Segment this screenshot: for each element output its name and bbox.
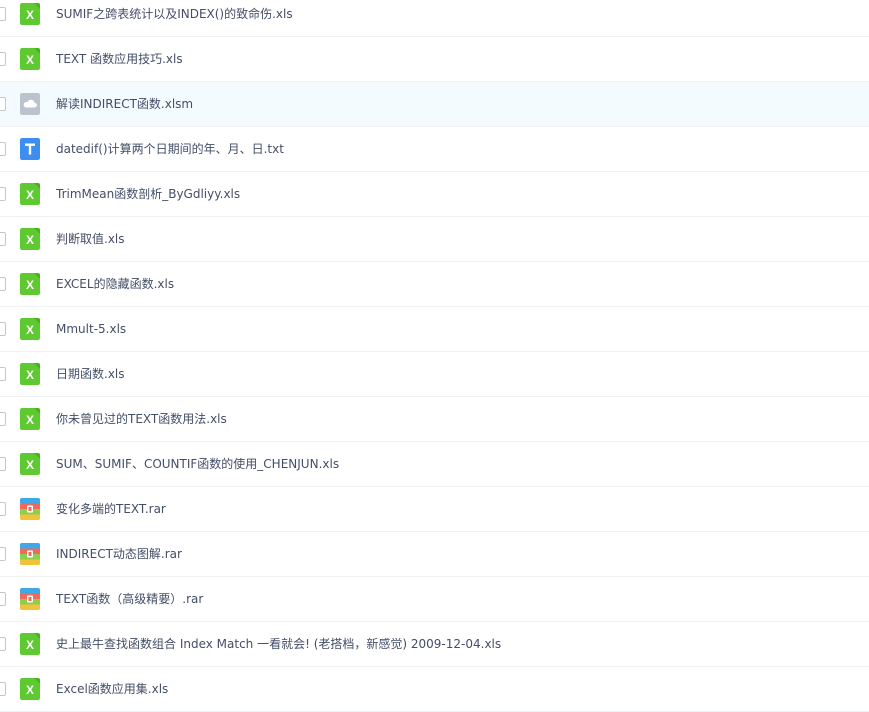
file-row[interactable]: X SUMIF之跨表统计以及INDEX()的致命伤.xls	[0, 0, 869, 37]
file-row[interactable]: 解读INDIRECT函数.xlsm	[0, 82, 869, 127]
row-checkbox[interactable]	[0, 592, 6, 606]
file-row[interactable]: X SUM、SUMIF、COUNTIF函数的使用_CHENJUN.xls	[0, 442, 869, 487]
excel-file-icon: X	[20, 453, 40, 475]
file-name-link[interactable]: 史上最牛查找函数组合 Index Match 一看就会! (老搭档，新感觉) 2…	[56, 622, 501, 666]
file-name-link[interactable]: 变化多端的TEXT.rar	[56, 487, 166, 531]
svg-text:X: X	[26, 233, 34, 247]
file-row[interactable]: datedif()计算两个日期间的年、月、日.txt	[0, 127, 869, 172]
row-checkbox[interactable]	[0, 367, 6, 381]
file-name-link[interactable]: SUMIF之跨表统计以及INDEX()的致命伤.xls	[56, 0, 293, 36]
file-row[interactable]: X 判断取值.xls	[0, 217, 869, 262]
svg-text:X: X	[26, 368, 34, 382]
file-row[interactable]: 变化多端的TEXT.rar	[0, 487, 869, 532]
file-name-link[interactable]: 判断取值.xls	[56, 217, 125, 261]
text-file-icon	[20, 138, 40, 160]
excel-file-icon: X	[20, 408, 40, 430]
excel-file-icon: X	[20, 273, 40, 295]
file-row[interactable]: X Mmult-5.xls	[0, 307, 869, 352]
row-checkbox[interactable]	[0, 142, 6, 156]
row-checkbox[interactable]	[0, 322, 6, 336]
row-checkbox[interactable]	[0, 187, 6, 201]
row-checkbox[interactable]	[0, 277, 6, 291]
file-row[interactable]: X EXCEL的隐藏函数.xls	[0, 262, 869, 307]
svg-text:X: X	[26, 458, 34, 472]
row-checkbox[interactable]	[0, 682, 6, 696]
file-list: X SUMIF之跨表统计以及INDEX()的致命伤.xls X TEXT 函数应用技巧…	[0, 0, 869, 712]
archive-file-icon	[20, 543, 40, 565]
archive-file-icon	[20, 588, 40, 610]
svg-text:X: X	[26, 53, 34, 67]
svg-text:X: X	[26, 8, 34, 22]
svg-text:X: X	[26, 683, 34, 697]
file-name-link[interactable]: 你未曾见过的TEXT函数用法.xls	[56, 397, 227, 441]
file-row[interactable]: TEXT函数（高级精要）.rar	[0, 577, 869, 622]
file-row[interactable]: X Excel函数应用集.xls	[0, 667, 869, 712]
file-name-link[interactable]: EXCEL的隐藏函数.xls	[56, 262, 174, 306]
file-row[interactable]: INDIRECT动态图解.rar	[0, 532, 869, 577]
row-checkbox[interactable]	[0, 547, 6, 561]
excel-file-icon: X	[20, 318, 40, 340]
svg-text:X: X	[26, 278, 34, 292]
excel-file-icon: X	[20, 183, 40, 205]
excel-file-icon: X	[20, 3, 40, 25]
cloud-file-icon	[20, 93, 40, 115]
row-checkbox[interactable]	[0, 637, 6, 651]
svg-text:X: X	[26, 188, 34, 202]
row-checkbox[interactable]	[0, 7, 6, 21]
file-name-link[interactable]: TrimMean函数剖析_ByGdliyy.xls	[56, 172, 240, 216]
excel-file-icon: X	[20, 48, 40, 70]
file-name-link[interactable]: datedif()计算两个日期间的年、月、日.txt	[56, 127, 284, 171]
excel-file-icon: X	[20, 363, 40, 385]
excel-file-icon: X	[20, 228, 40, 250]
file-name-link[interactable]: 日期函数.xls	[56, 352, 125, 396]
row-checkbox[interactable]	[0, 232, 6, 246]
file-name-link[interactable]: SUM、SUMIF、COUNTIF函数的使用_CHENJUN.xls	[56, 442, 339, 486]
row-checkbox[interactable]	[0, 502, 6, 516]
file-name-link[interactable]: 解读INDIRECT函数.xlsm	[56, 82, 193, 126]
svg-text:X: X	[26, 638, 34, 652]
file-row[interactable]: X TEXT 函数应用技巧.xls	[0, 37, 869, 82]
file-row[interactable]: X 日期函数.xls	[0, 352, 869, 397]
file-name-link[interactable]: TEXT 函数应用技巧.xls	[56, 37, 183, 81]
file-name-link[interactable]: Excel函数应用集.xls	[56, 667, 168, 711]
file-name-link[interactable]: INDIRECT动态图解.rar	[56, 532, 182, 576]
file-name-link[interactable]: Mmult-5.xls	[56, 307, 126, 351]
file-row[interactable]: X TrimMean函数剖析_ByGdliyy.xls	[0, 172, 869, 217]
archive-file-icon	[20, 498, 40, 520]
row-checkbox[interactable]	[0, 52, 6, 66]
file-row[interactable]: X 史上最牛查找函数组合 Index Match 一看就会! (老搭档，新感觉) …	[0, 622, 869, 667]
row-checkbox[interactable]	[0, 412, 6, 426]
file-row[interactable]: X 你未曾见过的TEXT函数用法.xls	[0, 397, 869, 442]
svg-text:X: X	[26, 413, 34, 427]
excel-file-icon: X	[20, 633, 40, 655]
excel-file-icon: X	[20, 678, 40, 700]
row-checkbox[interactable]	[0, 97, 6, 111]
file-name-link[interactable]: TEXT函数（高级精要）.rar	[56, 577, 203, 621]
row-checkbox[interactable]	[0, 457, 6, 471]
svg-text:X: X	[26, 323, 34, 337]
